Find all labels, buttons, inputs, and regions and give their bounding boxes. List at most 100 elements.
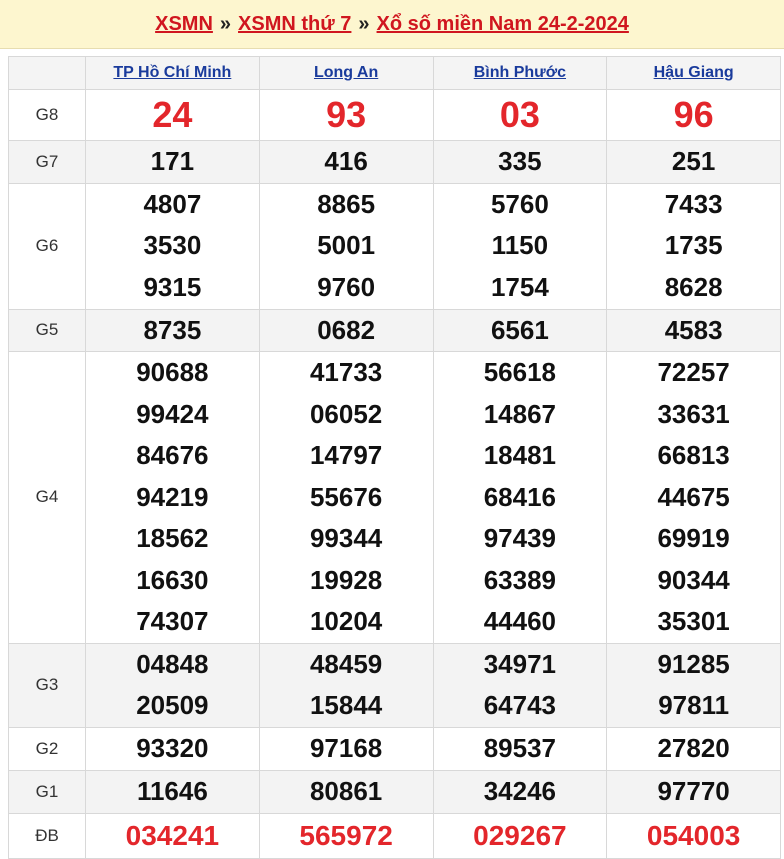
province-header: TP Hồ Chí Minh	[85, 56, 260, 90]
result-number: 18481	[483, 440, 557, 470]
result-cell: 4583	[606, 308, 781, 352]
result-cell: 029267	[432, 812, 608, 859]
result-number: 8865	[317, 188, 376, 219]
corner-cell	[8, 56, 86, 90]
result-number: 335	[498, 146, 542, 176]
result-number: 44675	[657, 481, 730, 512]
result-number: 34246	[483, 775, 557, 806]
breadcrumb-link-xsmn[interactable]: XSMN	[155, 13, 213, 36]
result-number: 6561	[490, 314, 549, 345]
result-number: 80861	[309, 775, 383, 806]
prize-row: G7 171 416 335 251	[8, 140, 781, 184]
province-link-hcm[interactable]: TP Hồ Chí Minh	[113, 64, 231, 81]
result-number: 41733	[309, 357, 383, 387]
result-number: 04848	[136, 648, 209, 679]
result-cell: 251	[606, 140, 781, 184]
breadcrumb-separator: »	[358, 12, 370, 35]
result-number: 66813	[657, 440, 730, 470]
result-number: 565972	[299, 819, 393, 851]
result-cell: 72257 33631 66813 44675 69919 90344 35301	[606, 351, 781, 644]
result-number: 7433	[664, 188, 723, 219]
result-number: 35301	[657, 606, 730, 636]
result-cell: 56618 14867 18481 68416 97439 63389 44460	[432, 351, 608, 644]
result-cell: 24	[85, 89, 260, 141]
result-number: 14867	[483, 398, 557, 429]
breadcrumb-link-xsmn-thu7[interactable]: XSMN thứ 7	[238, 13, 351, 36]
result-number: 0682	[317, 314, 376, 345]
result-cell: 96	[606, 89, 781, 141]
result-cell: 6561	[432, 308, 608, 352]
result-number: 029267	[473, 819, 567, 851]
result-number: 11646	[136, 775, 208, 806]
result-number: 84676	[136, 440, 209, 470]
province-link-binh-phuoc[interactable]: Bình Phước	[474, 64, 566, 81]
province-header: Long An	[258, 56, 434, 90]
result-number: 64743	[483, 690, 557, 720]
result-number: 34971	[483, 648, 557, 679]
result-cell: 03	[432, 89, 608, 141]
result-cell: 93	[258, 89, 434, 141]
result-cell: 90688 99424 84676 94219 18562 16630 74307	[85, 351, 260, 644]
result-number: 93	[326, 94, 367, 135]
province-link-hau-giang[interactable]: Hậu Giang	[654, 64, 734, 81]
result-number: 4583	[664, 314, 723, 345]
result-number: 19928	[309, 564, 383, 595]
prize-label: G7	[8, 140, 86, 184]
result-cell: 4807 3530 9315	[85, 182, 260, 310]
result-cell: 93320	[85, 726, 260, 771]
result-number: 97168	[309, 732, 383, 763]
prize-row: G4 90688 99424 84676 94219 18562 16630 74307 417…	[8, 351, 781, 644]
province-header: Bình Phước	[432, 56, 608, 90]
result-number: 90344	[657, 564, 730, 595]
result-number: 27820	[657, 732, 730, 763]
result-cell: 80861	[258, 769, 434, 814]
result-cell: 97168	[258, 726, 434, 771]
result-number: 3530	[143, 230, 202, 261]
result-number: 5760	[490, 188, 549, 219]
result-number: 5001	[317, 230, 376, 261]
result-number: 48459	[309, 648, 383, 679]
result-number: 16630	[136, 564, 209, 595]
result-number: 89537	[483, 732, 557, 763]
result-number: 56618	[483, 357, 557, 387]
result-number: 72257	[657, 357, 730, 387]
result-number: 24	[152, 94, 193, 135]
result-cell: 11646	[85, 769, 260, 814]
result-number: 68416	[483, 481, 557, 512]
result-number: 74307	[136, 606, 209, 636]
result-cell: 8865 5001 9760	[258, 182, 434, 310]
prize-label: G2	[8, 726, 86, 771]
prize-label: G3	[8, 642, 86, 728]
result-number: 054003	[646, 819, 741, 851]
result-cell: 89537	[432, 726, 608, 771]
result-number: 1754	[490, 271, 549, 302]
result-cell: 0682	[258, 308, 434, 352]
prize-row: G5 8735 0682 6561 4583	[8, 308, 781, 352]
result-number: 94219	[136, 481, 209, 512]
prize-label: G5	[8, 308, 86, 352]
result-cell: 565972	[258, 812, 434, 859]
result-cell: 335	[432, 140, 608, 184]
result-cell: 48459 15844	[258, 642, 434, 728]
province-header-row: TP Hồ Chí Minh Long An Bình Phước Hậu Gi…	[8, 56, 781, 90]
province-link-long-an[interactable]: Long An	[314, 64, 378, 81]
result-number: 69919	[657, 523, 730, 553]
result-number: 416	[324, 146, 368, 176]
result-cell: 97770	[606, 769, 781, 814]
result-number: 1150	[491, 230, 549, 261]
result-number: 171	[150, 146, 195, 176]
result-cell: 7433 1735 8628	[606, 182, 781, 310]
result-number: 93320	[136, 732, 209, 763]
result-number: 8735	[143, 314, 202, 345]
breadcrumb: XSMN » XSMN thứ 7 » Xổ số miền Nam 24-2-…	[0, 0, 784, 49]
province-header: Hậu Giang	[606, 56, 781, 90]
result-cell: 34246	[432, 769, 608, 814]
lottery-results-table: TP Hồ Chí Minh Long An Bình Phước Hậu Gi…	[8, 56, 781, 859]
prize-label: G4	[8, 351, 86, 644]
result-number: 251	[671, 146, 716, 176]
result-cell: 91285 97811	[606, 642, 781, 728]
result-number: 8628	[664, 271, 723, 302]
result-number: 99424	[136, 398, 209, 429]
prize-label: G6	[8, 182, 86, 310]
breadcrumb-link-current[interactable]: Xổ số miền Nam 24-2-2024	[377, 13, 629, 36]
